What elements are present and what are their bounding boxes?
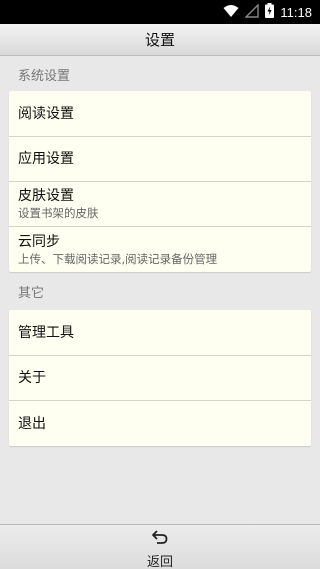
status-bar: 11:18 xyxy=(0,0,320,24)
back-button[interactable]: 返回 xyxy=(130,529,190,569)
settings-item-label: 退出 xyxy=(18,415,46,432)
battery-charging-icon xyxy=(265,2,275,22)
settings-item-tools[interactable]: 管理工具 xyxy=(9,310,311,356)
settings-item-skin[interactable]: 皮肤设置 设置书架的皮肤 xyxy=(9,182,311,227)
settings-item-label: 关于 xyxy=(18,370,46,386)
settings-item-label: 应用设置 xyxy=(18,151,74,167)
page-title: 设置 xyxy=(144,31,175,49)
settings-card-system: 阅读设置 应用设置 皮肤设置 设置书架的皮肤 云同步 上传、下载阅读记录,阅读记… xyxy=(9,91,311,272)
settings-item-label: 云同步 xyxy=(18,233,60,250)
title-bar: 设置 xyxy=(0,24,320,56)
status-icons: 11:18 xyxy=(223,0,312,24)
settings-item-exit[interactable]: 退出 xyxy=(9,401,311,446)
settings-item-label: 皮肤设置 xyxy=(18,188,74,204)
back-label: 返回 xyxy=(146,555,173,569)
section-header-other: 其它 xyxy=(18,285,45,301)
back-arrow-icon xyxy=(151,529,169,549)
settings-card-other: 管理工具 关于 退出 xyxy=(9,310,311,446)
settings-item-label: 阅读设置 xyxy=(18,105,74,122)
settings-item-about[interactable]: 关于 xyxy=(9,356,311,401)
signal-off-icon xyxy=(244,2,260,22)
settings-item-subtitle: 上传、下载阅读记录,阅读记录备份管理 xyxy=(18,251,218,266)
settings-item-app[interactable]: 应用设置 xyxy=(9,137,311,182)
wifi-icon xyxy=(223,3,239,22)
settings-content: 系统设置 阅读设置 应用设置 皮肤设置 设置书架的皮肤 云同步 上传、下载阅读记… xyxy=(0,57,320,524)
section-header-system: 系统设置 xyxy=(18,68,71,84)
status-time: 11:18 xyxy=(280,4,312,20)
bottom-bar: 返回 xyxy=(0,524,320,569)
settings-item-reading[interactable]: 阅读设置 xyxy=(9,91,311,137)
settings-item-subtitle: 设置书架的皮肤 xyxy=(18,206,99,220)
settings-item-label: 管理工具 xyxy=(18,324,74,341)
settings-item-cloud-sync[interactable]: 云同步 上传、下载阅读记录,阅读记录备份管理 xyxy=(9,227,311,272)
